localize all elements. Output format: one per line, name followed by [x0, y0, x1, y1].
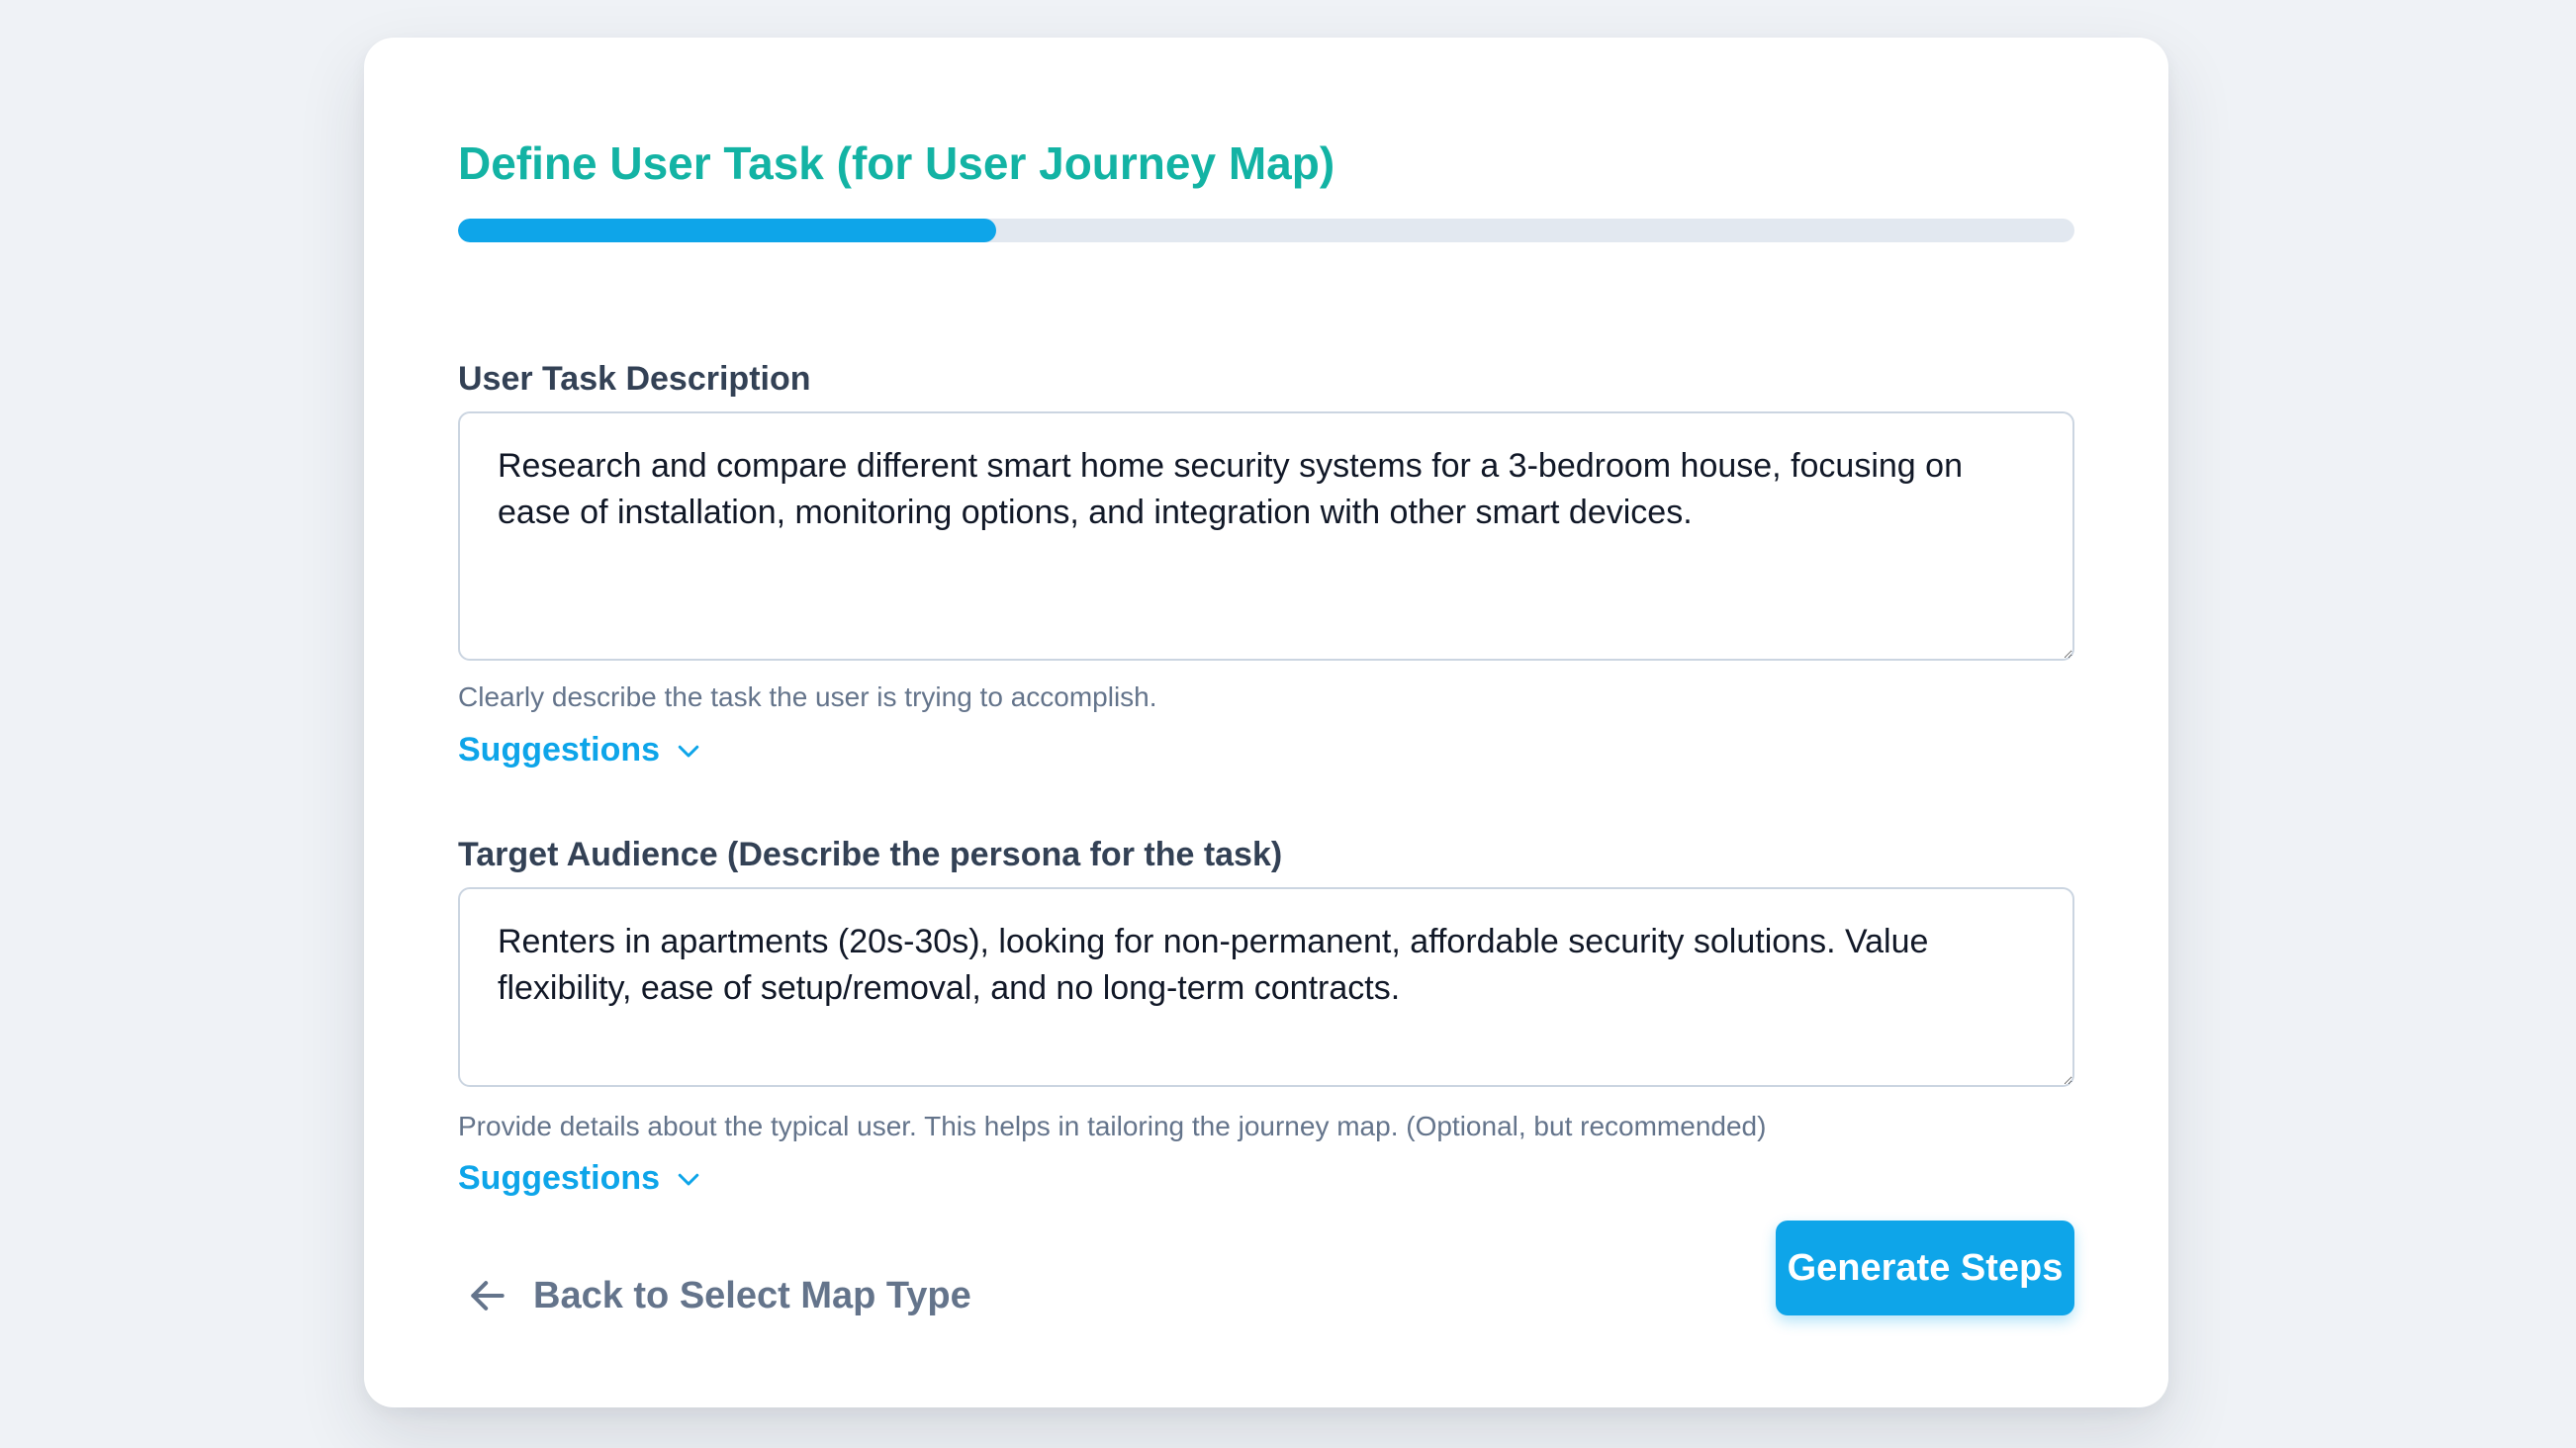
generate-steps-button[interactable]: Generate Steps: [1776, 1221, 2074, 1315]
target-audience-textarea[interactable]: Renters in apartments (20s-30s), looking…: [458, 887, 2074, 1087]
page-title: Define User Task (for User Journey Map): [458, 137, 1335, 189]
audience-suggestions-label: Suggestions: [458, 1159, 661, 1197]
chevron-down-icon: [678, 745, 699, 757]
chevron-down-icon: [678, 1173, 699, 1185]
target-audience-label: Target Audience (Describe the persona fo…: [458, 836, 1283, 873]
back-label: Back to Select Map Type: [533, 1274, 971, 1316]
task-suggestions-label: Suggestions: [458, 731, 661, 769]
task-description-textarea[interactable]: Research and compare different smart hom…: [458, 411, 2074, 661]
back-to-select-map-type-link[interactable]: Back to Select Map Type: [466, 1274, 971, 1317]
task-description-help: Clearly describe the task the user is tr…: [458, 681, 1157, 712]
task-description-label: User Task Description: [458, 360, 811, 398]
progress-bar-fill: [458, 219, 997, 242]
target-audience-help: Provide details about the typical user. …: [458, 1111, 1767, 1141]
arrow-left-icon: [471, 1281, 505, 1311]
audience-suggestions-toggle[interactable]: Suggestions: [458, 1159, 703, 1198]
task-definition-card: Define User Task (for User Journey Map) …: [364, 38, 2168, 1407]
task-suggestions-toggle[interactable]: Suggestions: [458, 731, 703, 769]
progress-bar: [458, 219, 2074, 242]
